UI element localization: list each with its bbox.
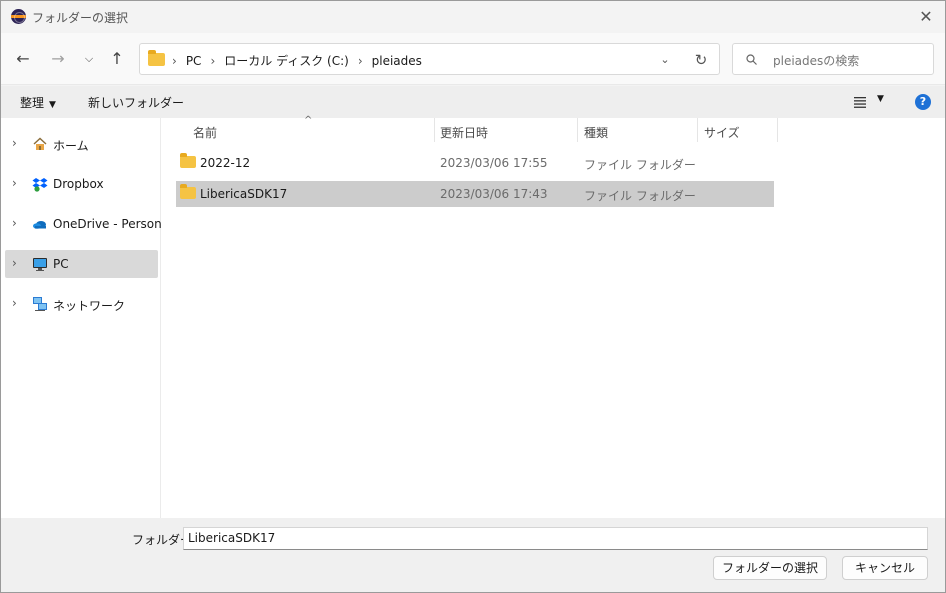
folder-name-input[interactable]: LibericaSDK17	[183, 527, 928, 550]
command-bar: 整理 ▼ 新しいフォルダー ▼ ?	[1, 86, 945, 118]
pc-icon	[33, 258, 47, 271]
column-divider[interactable]	[777, 118, 778, 142]
file-modified: 2023/03/06 17:43	[440, 187, 548, 201]
column-header-label: 更新日時	[440, 126, 489, 140]
file-list: ^ 名前 更新日時 種類 サイズ 2022-12 2023/03/06 17:5…	[161, 115, 945, 518]
chevron-right-icon: ›	[210, 53, 216, 68]
chevron-right-icon[interactable]: ›	[12, 216, 17, 230]
sidebar-item-label: PC	[53, 257, 69, 271]
file-type: ファイル フォルダー	[584, 158, 696, 172]
file-name: 2022-12	[200, 156, 251, 170]
recent-locations-button[interactable]: ⌵	[76, 46, 102, 72]
folder-icon	[180, 184, 196, 199]
sidebar-item-dropbox[interactable]: › Dropbox	[5, 170, 158, 198]
search-icon	[746, 54, 757, 65]
organize-label: 整理	[20, 96, 45, 110]
chevron-down-icon: ⌵	[84, 52, 94, 65]
column-header-size[interactable]: サイズ	[697, 118, 777, 143]
search-box[interactable]: pleiadesの検索	[732, 43, 934, 75]
sidebar-item-label: ネットワーク	[53, 299, 126, 313]
sidebar-item-onedrive[interactable]: › OneDrive - Personal	[5, 210, 172, 238]
table-row[interactable]: LibericaSDK17 2023/03/06 17:43 ファイル フォルダ…	[176, 181, 774, 207]
column-header-type[interactable]: 種類	[577, 118, 697, 143]
arrow-up-icon: ↑	[110, 49, 124, 68]
view-menu-caret-icon[interactable]: ▼	[877, 94, 884, 104]
column-header-label: サイズ	[704, 126, 740, 140]
home-icon	[33, 137, 47, 150]
refresh-icon: ↻	[694, 51, 708, 69]
sidebar-item-home[interactable]: › ホーム	[5, 130, 158, 158]
file-modified: 2023/03/06 17:55	[440, 156, 548, 170]
cancel-button[interactable]: キャンセル	[842, 556, 928, 580]
table-row[interactable]: 2022-12 2023/03/06 17:55 ファイル フォルダー	[176, 150, 774, 176]
chevron-right-icon[interactable]: ›	[12, 256, 17, 270]
folder-icon	[148, 50, 165, 66]
breadcrumb-pleiades[interactable]: pleiades	[372, 54, 422, 68]
sidebar-item-label: ホーム	[53, 139, 89, 153]
select-folder-button[interactable]: フォルダーの選択	[713, 556, 827, 580]
help-icon[interactable]: ?	[915, 94, 931, 110]
navigation-pane: › ホーム › Dropbox › OneDrive - Personal › …	[1, 118, 172, 518]
breadcrumb-local-disk[interactable]: ローカル ディスク (C:)	[224, 52, 349, 69]
folder-picker-dialog: フォルダーの選択 ✕ ← → ⌵ ↑ › PC › ローカル ディスク (C:)…	[0, 0, 946, 593]
chevron-right-icon[interactable]: ›	[12, 296, 17, 310]
view-options-icon[interactable]	[853, 95, 867, 109]
file-name: LibericaSDK17	[200, 187, 288, 201]
up-button[interactable]: ↑	[104, 46, 130, 72]
sidebar-item-label: OneDrive - Personal	[53, 217, 173, 231]
new-folder-button[interactable]: 新しいフォルダー	[88, 94, 184, 111]
eclipse-icon	[11, 9, 26, 24]
folder-icon	[180, 153, 196, 168]
back-button[interactable]: ←	[10, 46, 36, 72]
dropbox-icon	[32, 178, 48, 192]
onedrive-icon	[33, 221, 46, 229]
breadcrumb-pc[interactable]: PC	[186, 54, 202, 68]
close-icon: ✕	[919, 7, 933, 26]
arrow-left-icon: ←	[16, 49, 30, 68]
chevron-right-icon[interactable]: ›	[12, 176, 17, 190]
forward-button[interactable]: →	[45, 46, 71, 72]
chevron-right-icon: ›	[172, 53, 177, 68]
chevron-down-icon: ⌄	[660, 53, 670, 66]
sidebar-item-network[interactable]: › ネットワーク	[5, 290, 158, 318]
file-type: ファイル フォルダー	[584, 189, 696, 203]
column-header-name[interactable]: 名前	[161, 118, 434, 143]
close-button[interactable]: ✕	[911, 3, 941, 31]
search-input[interactable]: pleiadesの検索	[773, 52, 859, 69]
address-history-button[interactable]: ⌄	[655, 50, 675, 70]
network-icon	[33, 297, 47, 311]
navigation-bar: ← → ⌵ ↑ › PC › ローカル ディスク (C:) › pleiades…	[1, 33, 945, 85]
title-bar: フォルダーの選択 ✕	[1, 1, 945, 33]
window-title: フォルダーの選択	[32, 11, 129, 25]
column-header-label: 種類	[584, 126, 609, 140]
chevron-right-icon[interactable]: ›	[12, 136, 17, 150]
caret-down-icon: ▼	[49, 100, 56, 110]
sidebar-item-label: Dropbox	[53, 177, 104, 191]
dialog-footer: フォルダー: LibericaSDK17 フォルダーの選択 キャンセル	[1, 518, 945, 592]
address-bar[interactable]: › PC › ローカル ディスク (C:) › pleiades ⌄ ↻	[139, 43, 720, 75]
column-header-label: 名前	[193, 126, 218, 140]
sidebar-item-pc[interactable]: › PC	[5, 250, 158, 278]
breadcrumb: › PC › ローカル ディスク (C:) › pleiades	[172, 52, 422, 69]
column-header-modified[interactable]: 更新日時	[434, 118, 577, 143]
arrow-right-icon: →	[51, 49, 65, 68]
chevron-right-icon: ›	[357, 53, 363, 68]
organize-button[interactable]: 整理 ▼	[20, 94, 56, 111]
refresh-button[interactable]: ↻	[690, 49, 712, 71]
